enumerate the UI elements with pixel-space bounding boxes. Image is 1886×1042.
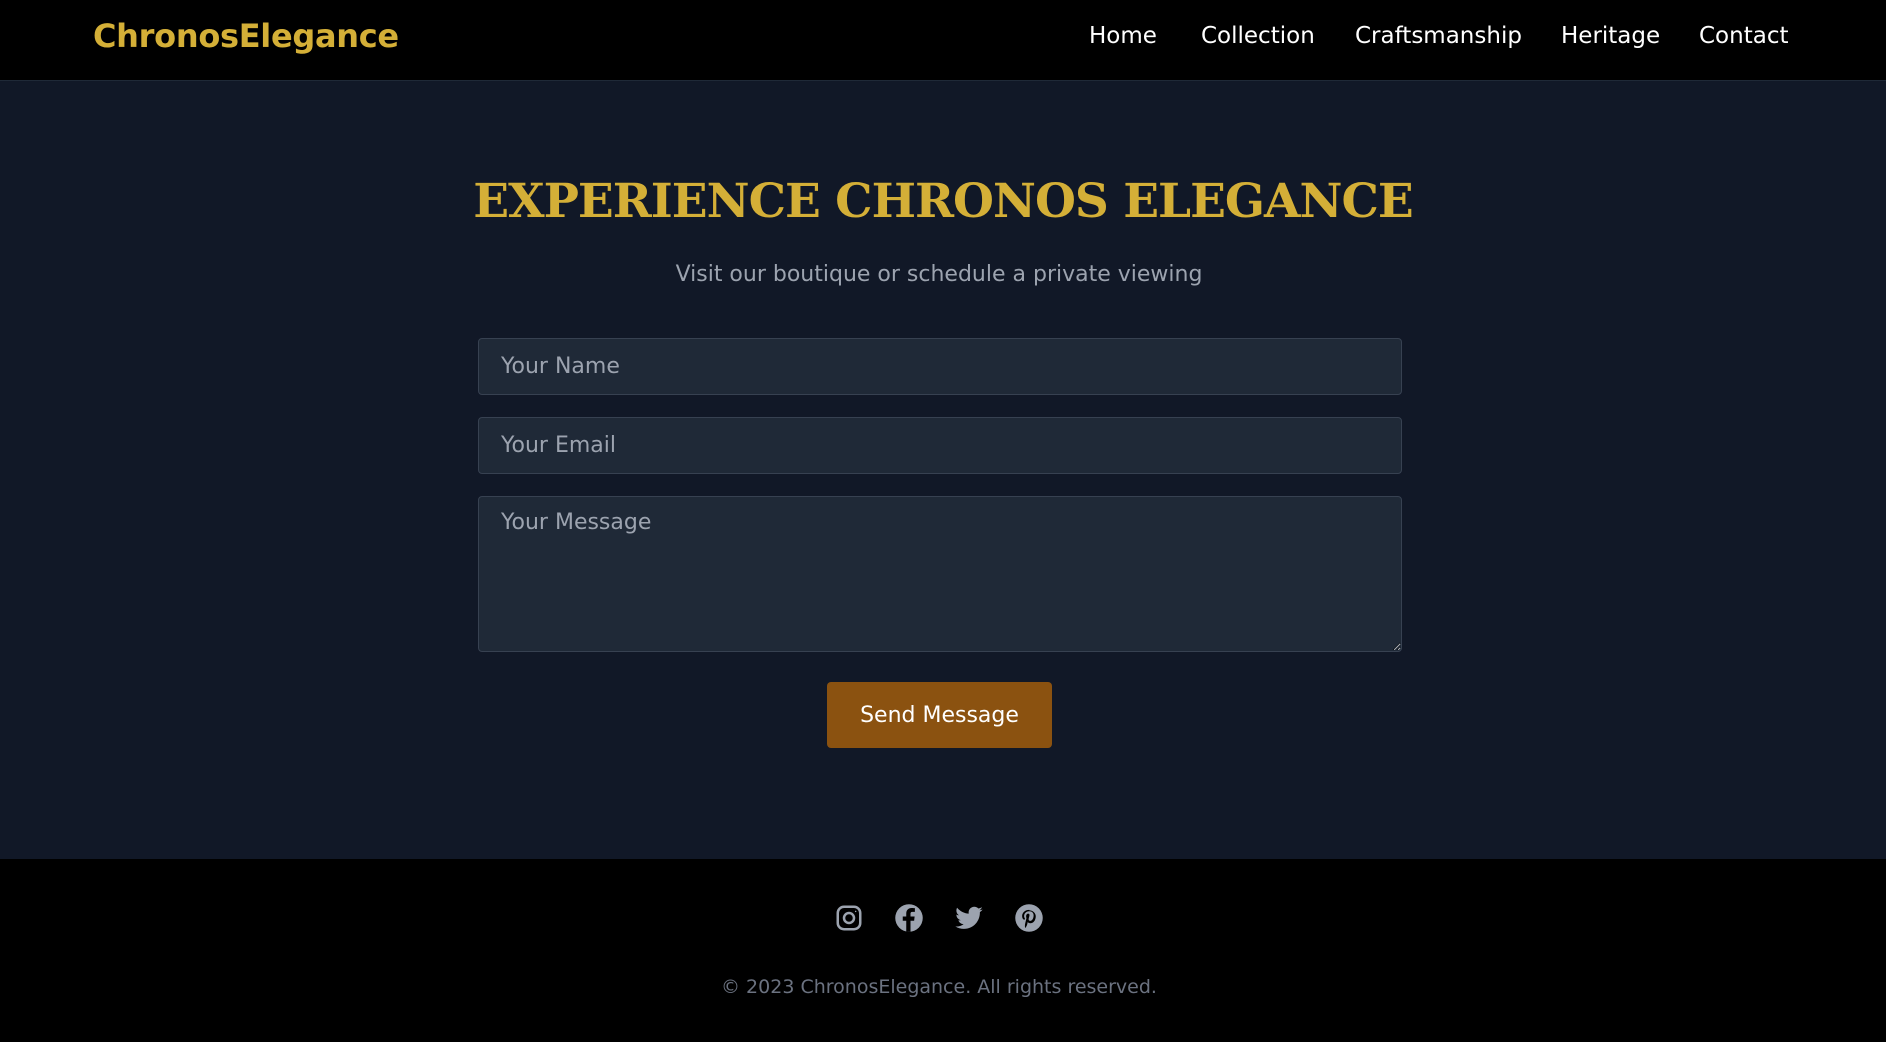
site-footer: © 2023 ChronosElegance. All rights reser…	[0, 859, 1886, 1042]
send-message-button[interactable]: Send Message	[827, 682, 1052, 748]
main-nav: Home Collection Craftsmanship Heritage C…	[0, 23, 1886, 53]
email-input[interactable]	[478, 417, 1402, 474]
nav-link-craftsmanship[interactable]: Craftsmanship	[1355, 23, 1522, 49]
nav-link-home[interactable]: Home	[1089, 23, 1157, 49]
page-subtitle: Visit our boutique or schedule a private…	[675, 262, 1203, 287]
facebook-icon[interactable]	[894, 903, 924, 933]
nav-link-collection[interactable]: Collection	[1201, 23, 1315, 49]
name-input[interactable]	[478, 338, 1402, 395]
page: ChronosElegance Home Collection Craftsma…	[0, 0, 1886, 1042]
twitter-icon[interactable]	[954, 903, 984, 933]
message-textarea[interactable]	[478, 496, 1402, 652]
page-title: EXPERIENCE CHRONOS ELEGANCE	[473, 174, 1413, 229]
nav-link-contact[interactable]: Contact	[1699, 23, 1788, 49]
copyright-text: © 2023 ChronosElegance. All rights reser…	[721, 976, 1157, 998]
nav-link-heritage[interactable]: Heritage	[1561, 23, 1660, 49]
instagram-icon[interactable]	[834, 903, 864, 933]
contact-section: EXPERIENCE CHRONOS ELEGANCE Visit our bo…	[0, 81, 1886, 859]
site-header: ChronosElegance Home Collection Craftsma…	[0, 0, 1886, 81]
pinterest-icon[interactable]	[1014, 903, 1044, 933]
